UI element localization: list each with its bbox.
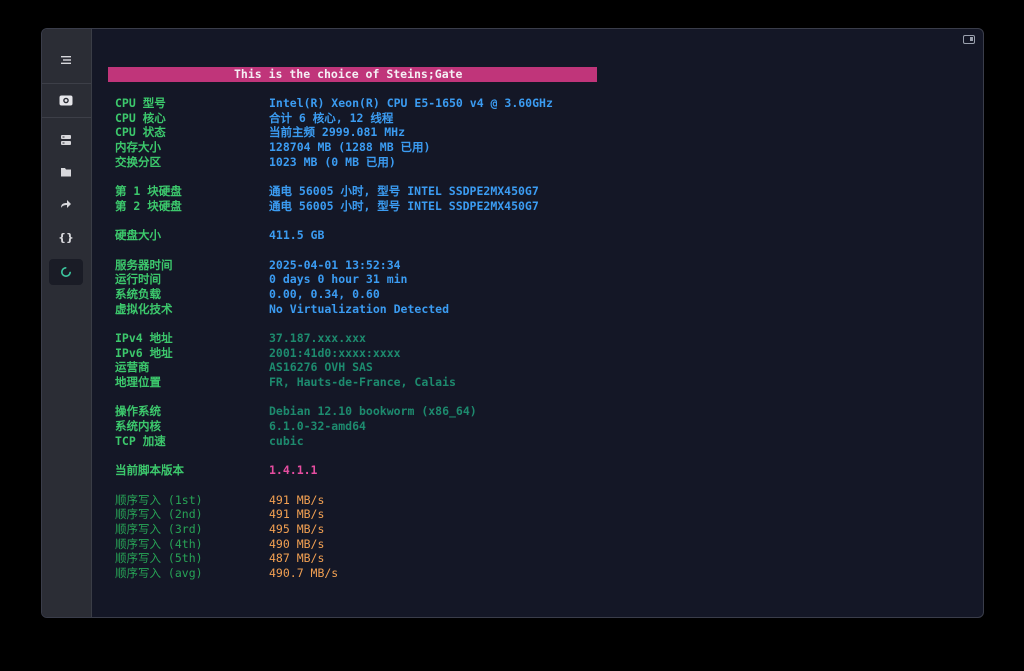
camera-icon[interactable]	[49, 87, 83, 113]
terminal-output: This is the choice of Steins;Gate CPU 型号…	[108, 67, 908, 581]
info-row: 顺序写入 (avg) 490.7 MB/s	[115, 566, 339, 580]
info-row: 运营商 AS16276 OVH SAS	[115, 360, 373, 375]
script-version-row: 当前脚本版本 1.4.1.1	[115, 463, 318, 478]
info-row: 服务器时间 2025-04-01 13:52:34	[115, 257, 401, 272]
info-row: 操作系统 Debian 12.10 bookworm (x86_64)	[115, 404, 477, 419]
info-row: 第 2 块硬盘 通电 56005 小时, 型号 INTEL SSDPE2MX450…	[115, 198, 539, 213]
info-row: 系统内核 6.1.0-32-amd64	[115, 419, 366, 434]
info-row: 内存大小 128704 MB (1288 MB 已用)	[115, 140, 431, 155]
info-row: IPv4 地址 37.187.xxx.xxx	[115, 331, 366, 345]
banner: This is the choice of Steins;Gate	[108, 67, 597, 82]
os-section: 操作系统 Debian 12.10 bookworm (x86_64) 系统内核 6…	[108, 404, 908, 448]
info-row: 系统负载 0.00, 0.34, 0.60	[115, 286, 380, 301]
braces-icon[interactable]: {}	[49, 224, 83, 250]
info-row: CPU 状态 当前主频 2999.081 MHz	[115, 125, 406, 140]
info-row: 顺序写入 (4th) 490 MB/s	[115, 536, 325, 551]
terminal-window: {} This is the choice of Steins;Gate CPU…	[41, 28, 984, 618]
info-row: 顺序写入 (3rd) 495 MB/s	[115, 521, 325, 536]
info-row: 虚拟化技术 No Virtualization Detected	[115, 301, 450, 316]
info-row: 运行时间 0 days 0 hour 31 min	[115, 272, 408, 287]
forward-icon[interactable]	[49, 191, 83, 217]
panel-toggle-icon[interactable]	[963, 35, 975, 44]
info-row: 顺序写入 (2nd) 491 MB/s	[115, 507, 325, 522]
folder-icon[interactable]	[49, 159, 83, 185]
info-row: CPU 核心 合计 6 核心, 12 线程	[115, 110, 394, 125]
sidebar: {}	[42, 29, 92, 617]
disk-size-row: 硬盘大小 411.5 GB	[115, 228, 325, 243]
sidebar-divider	[42, 117, 91, 118]
gauge-icon[interactable]	[49, 259, 83, 285]
hardware-section: CPU 型号 Intel(R) Xeon(R) CPU E5-1650 v4 @ …	[108, 96, 908, 169]
info-row: 地理位置 FR, Hauts-de-France, Calais	[115, 375, 456, 390]
info-row: IPv6 地址 2001:41d0:xxxx:xxxx	[115, 345, 401, 360]
network-section: IPv4 地址 37.187.xxx.xxx IPv6 地址 2001:41d0:x…	[108, 331, 908, 390]
server-icon[interactable]	[49, 127, 83, 153]
sidebar-divider	[42, 83, 91, 84]
info-row: 第 1 块硬盘 通电 56005 小时, 型号 INTEL SSDPE2MX450…	[115, 184, 539, 199]
info-row: CPU 型号 Intel(R) Xeon(R) CPU E5-1650 v4 @ …	[115, 96, 553, 110]
info-row: 交换分区 1023 MB (0 MB 已用)	[115, 154, 396, 169]
info-row: 顺序写入 (1st) 491 MB/s	[115, 492, 325, 507]
info-row: 顺序写入 (5th) 487 MB/s	[115, 551, 325, 566]
info-row: TCP 加速 cubic	[115, 433, 304, 448]
menu-icon[interactable]	[49, 47, 83, 73]
write-test-section: 顺序写入 (1st) 491 MB/s 顺序写入 (2nd) 491 MB/s 顺序…	[108, 493, 908, 581]
system-section: 服务器时间 2025-04-01 13:52:34 运行时间 0 days 0 ho…	[108, 258, 908, 317]
disk-section: 第 1 块硬盘 通电 56005 小时, 型号 INTEL SSDPE2MX450…	[108, 184, 908, 213]
